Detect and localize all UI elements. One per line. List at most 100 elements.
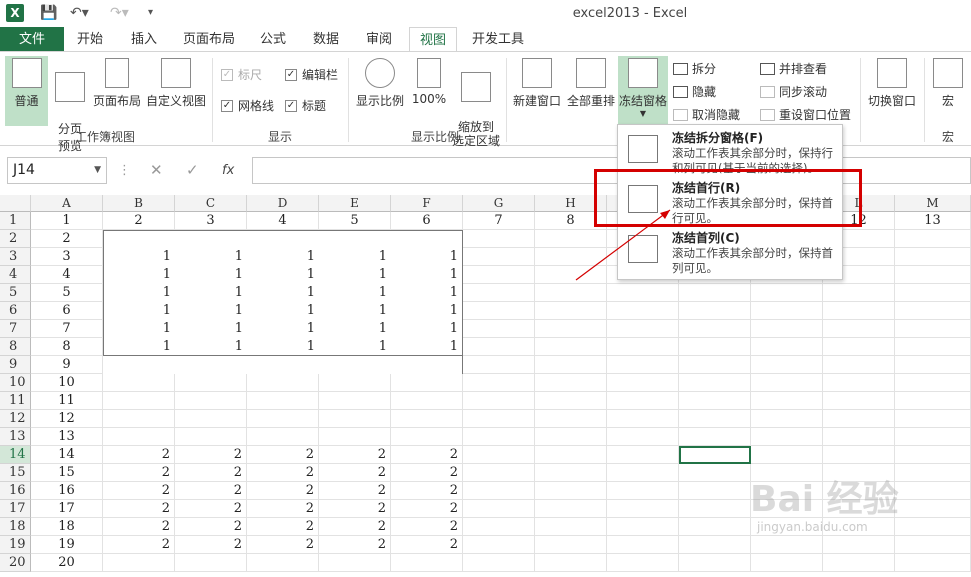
table-cell[interactable] — [319, 374, 391, 392]
customize-qat-icon[interactable]: ▾ — [148, 3, 153, 23]
table-cell[interactable] — [103, 428, 175, 446]
table-cell[interactable] — [247, 230, 319, 248]
table-cell[interactable] — [679, 500, 751, 518]
table-cell[interactable] — [463, 374, 535, 392]
table-cell[interactable] — [103, 410, 175, 428]
table-cell[interactable] — [535, 392, 607, 410]
table-cell[interactable]: 2 — [391, 464, 463, 482]
table-cell[interactable] — [607, 500, 679, 518]
table-cell[interactable]: 2 — [103, 212, 175, 230]
table-cell[interactable] — [607, 320, 679, 338]
table-cell[interactable]: 9 — [31, 356, 103, 374]
table-cell[interactable] — [679, 536, 751, 554]
table-cell[interactable] — [607, 446, 679, 464]
table-cell[interactable]: 2 — [175, 536, 247, 554]
table-cell[interactable]: 5 — [31, 284, 103, 302]
row-header[interactable]: 19 — [0, 536, 31, 554]
table-cell[interactable]: 1 — [391, 284, 463, 302]
table-cell[interactable]: 1 — [175, 266, 247, 284]
table-cell[interactable]: 1 — [391, 248, 463, 266]
row-header[interactable]: 14 — [0, 446, 31, 464]
custom-views-button[interactable]: 自定义视图 — [145, 56, 207, 109]
tab-review[interactable]: 审阅 — [359, 27, 399, 52]
table-cell[interactable] — [895, 374, 971, 392]
hide-button[interactable]: 隐藏 — [673, 83, 716, 100]
table-cell[interactable]: 2 — [247, 482, 319, 500]
row-header[interactable]: 20 — [0, 554, 31, 572]
chevron-down-icon[interactable]: ▼ — [94, 158, 101, 183]
table-cell[interactable]: 1 — [319, 284, 391, 302]
headings-checkbox[interactable]: ✓ 标题 — [285, 97, 326, 114]
table-cell[interactable] — [607, 410, 679, 428]
table-cell[interactable] — [895, 464, 971, 482]
table-cell[interactable] — [823, 392, 895, 410]
table-cell[interactable]: 2 — [175, 482, 247, 500]
table-cell[interactable]: 2 — [391, 518, 463, 536]
table-cell[interactable]: 19 — [31, 536, 103, 554]
table-cell[interactable] — [463, 356, 535, 374]
table-cell[interactable]: 1 — [103, 284, 175, 302]
table-cell[interactable] — [751, 284, 823, 302]
table-cell[interactable] — [175, 392, 247, 410]
table-cell[interactable] — [823, 374, 895, 392]
split-button[interactable]: 拆分 — [673, 60, 716, 77]
table-cell[interactable] — [607, 482, 679, 500]
table-cell[interactable] — [895, 446, 971, 464]
table-cell[interactable] — [247, 356, 319, 374]
unhide-button[interactable]: 取消隐藏 — [673, 106, 740, 123]
table-cell[interactable] — [175, 428, 247, 446]
table-cell[interactable]: 2 — [31, 230, 103, 248]
table-cell[interactable]: 1 — [247, 302, 319, 320]
table-cell[interactable] — [247, 392, 319, 410]
table-cell[interactable] — [535, 554, 607, 572]
table-cell[interactable]: 1 — [247, 320, 319, 338]
table-cell[interactable] — [895, 302, 971, 320]
table-cell[interactable]: 16 — [31, 482, 103, 500]
table-cell[interactable] — [751, 554, 823, 572]
table-cell[interactable] — [463, 464, 535, 482]
table-cell[interactable]: 7 — [31, 320, 103, 338]
freeze-panes-button[interactable]: 冻结窗格 ▼ — [618, 56, 668, 126]
table-cell[interactable] — [535, 482, 607, 500]
table-cell[interactable]: 2 — [247, 464, 319, 482]
table-cell[interactable] — [679, 518, 751, 536]
table-cell[interactable] — [823, 320, 895, 338]
table-cell[interactable]: 1 — [103, 302, 175, 320]
table-cell[interactable]: 2 — [319, 518, 391, 536]
table-cell[interactable]: 13 — [31, 428, 103, 446]
table-cell[interactable]: 2 — [103, 536, 175, 554]
table-cell[interactable] — [247, 554, 319, 572]
ruler-checkbox[interactable]: ✓ 标尺 — [221, 66, 262, 83]
table-cell[interactable]: 11 — [31, 392, 103, 410]
table-cell[interactable] — [679, 446, 751, 464]
switch-windows-button[interactable]: 切换窗口 — [865, 56, 919, 109]
table-cell[interactable] — [103, 356, 175, 374]
table-cell[interactable]: 2 — [319, 464, 391, 482]
table-cell[interactable]: 1 — [319, 248, 391, 266]
table-cell[interactable]: 2 — [103, 518, 175, 536]
table-cell[interactable] — [751, 392, 823, 410]
table-cell[interactable] — [895, 428, 971, 446]
table-cell[interactable] — [895, 482, 971, 500]
table-cell[interactable]: 2 — [103, 500, 175, 518]
new-window-button[interactable]: 新建窗口 — [510, 56, 564, 109]
table-cell[interactable] — [535, 356, 607, 374]
column-header[interactable]: D — [247, 195, 319, 212]
table-cell[interactable] — [535, 464, 607, 482]
table-cell[interactable] — [823, 536, 895, 554]
table-cell[interactable] — [895, 284, 971, 302]
row-header[interactable]: 11 — [0, 392, 31, 410]
table-cell[interactable] — [823, 554, 895, 572]
table-cell[interactable] — [391, 374, 463, 392]
table-cell[interactable]: 1 — [103, 248, 175, 266]
table-cell[interactable] — [247, 410, 319, 428]
table-cell[interactable] — [319, 410, 391, 428]
table-cell[interactable] — [391, 230, 463, 248]
table-cell[interactable]: 2 — [247, 500, 319, 518]
column-header[interactable]: F — [391, 195, 463, 212]
table-cell[interactable] — [679, 428, 751, 446]
table-cell[interactable]: 1 — [247, 284, 319, 302]
table-cell[interactable] — [607, 464, 679, 482]
table-cell[interactable] — [679, 392, 751, 410]
tab-data[interactable]: 数据 — [306, 27, 346, 52]
